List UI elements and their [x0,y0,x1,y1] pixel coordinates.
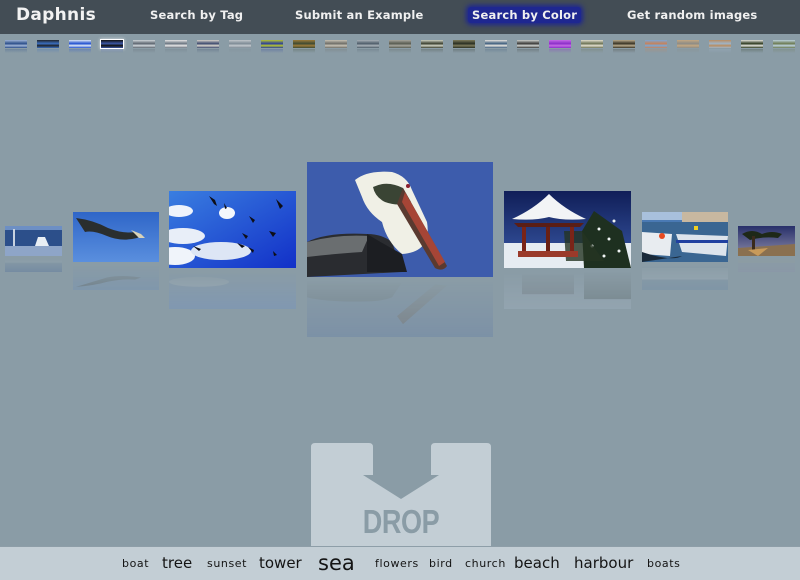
thumbnail[interactable] [261,40,283,53]
thumbnail[interactable] [5,40,27,53]
thumbnail-reflection [645,49,667,53]
thumbnail[interactable] [677,40,699,53]
tag-bird[interactable]: bird [429,557,453,570]
pelican-flight-image [73,212,159,262]
thumbnail[interactable] [645,40,667,53]
tag-sea[interactable]: sea [318,551,355,575]
thumbnail[interactable] [709,40,731,53]
coverflow-reflection [738,258,795,272]
thumbnail-reflection [421,49,443,53]
coverflow-reflection [5,258,62,272]
tag-boat[interactable]: boat [122,557,149,570]
thumbnail-reflection [741,49,763,53]
tag-flowers[interactable]: flowers [375,557,419,570]
thumbnail-reflection [677,49,699,53]
coverflow-reflection [73,264,159,290]
boat-image [5,226,62,256]
pavilion-image [504,191,631,268]
thumbnail-reflection [709,49,731,53]
tag-church[interactable]: church [465,557,506,570]
thumbnail[interactable] [325,40,347,53]
nav-search-by-tag[interactable]: Search by Tag [150,8,243,22]
thumbnail-reflection [197,49,219,53]
coverflow-image[interactable] [738,226,795,256]
thumbnail-reflection [581,49,603,53]
nav-submit-example[interactable]: Submit an Example [295,8,423,22]
thumbnail[interactable] [357,40,379,53]
thumbnail[interactable] [741,40,763,53]
thumbnail[interactable] [389,40,411,53]
thumbnail-reflection [165,49,187,53]
thumbnail-reflection [357,49,379,53]
cliff-tree-image [738,226,795,256]
thumbnail-reflection [485,49,507,53]
thumbnail-reflection [773,49,795,53]
coverflow-image[interactable] [504,191,631,268]
thumbnail[interactable] [69,40,91,53]
thumbnail-reflection [69,49,91,53]
thumbnail[interactable] [581,40,603,53]
thumbnail-reflection [5,49,27,53]
thumbnail-reflection [101,49,123,53]
birds-sky-image [169,191,296,268]
thumbnail-reflection [261,49,283,53]
coverflow-reflection [642,264,728,290]
coverflow-reflection [307,280,493,337]
thumbnail-reflection [389,49,411,53]
thumbnail[interactable] [133,40,155,53]
coverflow-image[interactable] [5,226,62,256]
thumbnail-reflection [613,49,635,53]
pelican-closeup-image [307,162,493,277]
coverflow-image[interactable] [73,212,159,262]
nav-random-images[interactable]: Get random images [627,8,757,22]
tag-harbour[interactable]: harbour [574,554,633,572]
tag-tree[interactable]: tree [162,554,192,572]
tag-cloud: boat tree sunset tower sea flowers bird … [0,546,800,580]
thumbnail[interactable] [613,40,635,53]
thumbnail-reflection [325,49,347,53]
thumbnail-reflection [37,49,59,53]
thumbnail[interactable] [773,40,795,53]
tag-tower[interactable]: tower [259,554,302,572]
coverflow-image-selected[interactable] [307,162,493,277]
thumbnail-strip [0,34,800,56]
thumbnail[interactable] [549,40,571,53]
thumbnail[interactable] [100,39,124,53]
thumbnail-reflection [133,49,155,53]
tag-sunset[interactable]: sunset [207,557,247,570]
thumbnail[interactable] [37,40,59,53]
thumbnail[interactable] [197,40,219,53]
thumbnail[interactable] [293,40,315,53]
coverflow-image[interactable] [169,191,296,268]
drop-zone[interactable]: DROP HERE [311,443,491,578]
coverflow-reflection [169,271,296,309]
thumbnail-reflection [293,49,315,53]
top-nav-bar: Daphnis Search by Tag Submit an Example … [0,0,800,34]
tag-beach[interactable]: beach [514,554,560,572]
coverflow-reflection [504,271,631,309]
thumbnail-reflection [549,49,571,53]
thumbnail[interactable] [165,40,187,53]
thumbnail[interactable] [485,40,507,53]
thumbnail-reflection [453,49,475,53]
app-logo[interactable]: Daphnis [16,5,96,25]
fishing-boats-image [642,212,728,262]
thumbnail[interactable] [517,40,539,53]
thumbnail[interactable] [229,40,251,53]
tag-boats[interactable]: boats [647,557,681,570]
thumbnail[interactable] [421,40,443,53]
nav-search-by-color[interactable]: Search by Color [468,7,582,23]
thumbnail[interactable] [453,40,475,53]
thumbnail-reflection [517,49,539,53]
thumbnail-reflection [229,49,251,53]
coverflow-image[interactable] [642,212,728,262]
